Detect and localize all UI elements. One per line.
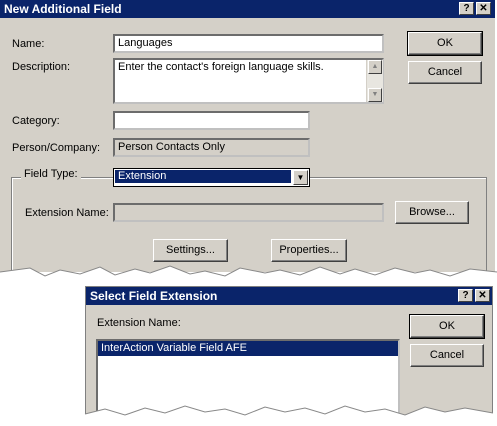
dialog-titlebar: New Additional Field ? ✕: [0, 0, 495, 18]
field-type-label: Field Type:: [21, 168, 81, 180]
cancel-button-2[interactable]: Cancel: [410, 344, 484, 367]
description-scrollbar[interactable]: ▲ ▼: [366, 60, 383, 102]
dialog-title: New Additional Field: [4, 2, 122, 16]
category-input[interactable]: [113, 111, 310, 130]
category-label: Category:: [12, 115, 60, 127]
dropdown-arrow-icon[interactable]: ▼: [293, 170, 308, 185]
extension-list-item-selected[interactable]: InterAction Variable Field AFE: [98, 341, 398, 356]
torn-edge-top: [0, 265, 497, 288]
new-additional-field-dialog: New Additional Field ? ✕ Name: Languages…: [0, 0, 495, 279]
person-company-field: Person Contacts Only: [113, 138, 310, 157]
properties-button[interactable]: Properties...: [271, 239, 347, 262]
description-text: Enter the contact's foreign language ski…: [118, 61, 324, 73]
field-type-combobox[interactable]: Extension ▼: [113, 168, 310, 187]
ok-button-2[interactable]: OK: [409, 314, 485, 339]
name-input[interactable]: Languages: [113, 34, 384, 53]
person-company-label: Person/Company:: [12, 142, 101, 154]
extension-name-label: Extension Name:: [25, 207, 109, 219]
dialog2-title: Select Field Extension: [90, 289, 218, 303]
name-label: Name:: [12, 38, 45, 50]
scroll-up-arrow-icon[interactable]: ▲: [368, 60, 382, 74]
extension-name-field: [113, 203, 384, 222]
close-button[interactable]: ✕: [476, 2, 491, 15]
dialog2-titlebar: Select Field Extension ? ✕: [86, 287, 492, 305]
close-button-2[interactable]: ✕: [475, 289, 490, 302]
select-field-extension-dialog: Select Field Extension ? ✕ Extension Nam…: [85, 286, 493, 419]
extension-name-label-2: Extension Name:: [97, 317, 181, 329]
description-label: Description:: [12, 61, 71, 73]
scroll-down-arrow-icon[interactable]: ▼: [368, 88, 382, 102]
field-type-selected: Extension: [115, 170, 291, 183]
description-textarea[interactable]: Enter the contact's foreign language ski…: [113, 58, 384, 104]
torn-edge-bottom: [84, 405, 497, 426]
help-button[interactable]: ?: [459, 2, 474, 15]
cancel-button[interactable]: Cancel: [408, 61, 482, 84]
help-button-2[interactable]: ?: [458, 289, 473, 302]
settings-button[interactable]: Settings...: [153, 239, 228, 262]
browse-button[interactable]: Browse...: [395, 201, 469, 224]
ok-button[interactable]: OK: [407, 31, 483, 56]
